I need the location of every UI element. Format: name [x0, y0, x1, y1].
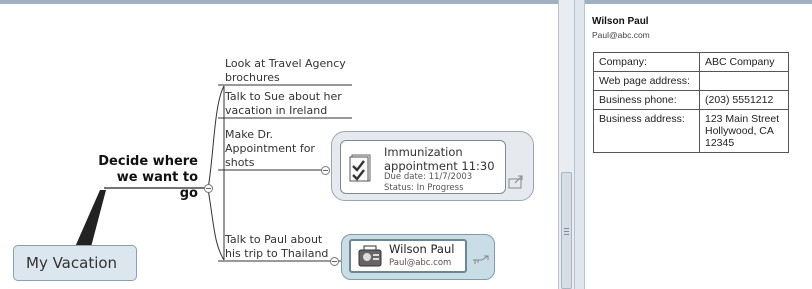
- pane-splitter[interactable]: [575, 0, 585, 289]
- subtopic-line: brochures: [225, 71, 280, 84]
- contact-name: Wilson Paul: [389, 242, 455, 256]
- business-phone-label: Business phone:: [593, 90, 700, 110]
- table-row: Business address: 123 Main Street Hollyw…: [593, 109, 789, 153]
- main-topic-line-1: Decide where: [98, 154, 198, 169]
- main-topic[interactable]: Decide where we want to go: [96, 154, 198, 202]
- task-link-icon[interactable]: [508, 174, 524, 190]
- task-check-icon: [349, 154, 371, 182]
- subtopic-dr-appointment[interactable]: Make Dr. Appointment for shots: [225, 128, 315, 170]
- business-phone-value: (203) 5551212: [699, 90, 789, 110]
- task-card[interactable]: Immunization appointment 11:30 Due date:…: [340, 140, 506, 194]
- web-page-value: [699, 71, 789, 91]
- vertical-scrollbar[interactable]: [558, 0, 575, 289]
- contact-details-pane: Wilson Paul Paul@abc.com Company: ABC Co…: [585, 0, 812, 289]
- scrollbar-thumb[interactable]: [561, 172, 572, 289]
- task-status: Status: In Progress: [384, 183, 464, 193]
- collapse-toggle-appointment[interactable]: [321, 166, 330, 175]
- subtopic-line: Talk to Sue about her: [225, 90, 342, 103]
- main-topic-line-2: we want to go: [116, 170, 198, 201]
- subtopic-travel-agency[interactable]: Look at Travel Agency brochures: [225, 57, 346, 85]
- subtopic-line: vacation in Ireland: [225, 104, 328, 117]
- subtopic-line: Appointment for: [225, 142, 315, 155]
- company-value: ABC Company: [699, 52, 789, 72]
- details-contact-name: Wilson Paul: [592, 16, 649, 27]
- contact-card-icon: [358, 245, 382, 267]
- company-label: Company:: [593, 52, 700, 72]
- table-row: Business phone: (203) 5551212: [593, 90, 789, 110]
- subtopic-talk-to-sue[interactable]: Talk to Sue about her vacation in Irelan…: [225, 90, 342, 118]
- subtopic-line: his trip to Thailand: [225, 247, 329, 260]
- subtopic-line: Look at Travel Agency: [225, 57, 346, 70]
- details-contact-email: Paul@abc.com: [592, 30, 650, 40]
- subtopic-line: Talk to Paul about: [225, 233, 323, 246]
- task-title-line-1: Immunization: [384, 145, 463, 159]
- central-topic[interactable]: My Vacation: [13, 245, 137, 281]
- subtopic-line: shots: [225, 156, 255, 169]
- web-page-label: Web page address:: [593, 71, 700, 91]
- contact-card[interactable]: Wilson Paul Paul@abc.com: [349, 239, 467, 273]
- task-due-date: Due date: 11/7/2003: [384, 172, 473, 182]
- task-title-line-2: appointment 11:30: [384, 159, 495, 173]
- business-address-label: Business address:: [593, 109, 700, 153]
- subtopic-talk-to-paul[interactable]: Talk to Paul about his trip to Thailand: [225, 233, 328, 261]
- table-row: Company: ABC Company: [593, 52, 789, 72]
- collapse-toggle-main[interactable]: [204, 184, 213, 193]
- mind-map-canvas[interactable]: My Vacation Decide where we want to go L…: [0, 0, 558, 289]
- collapse-toggle-paul[interactable]: [330, 257, 339, 266]
- contact-details-table: Company: ABC Company Web page address: B…: [593, 52, 789, 153]
- table-row: Web page address:: [593, 71, 789, 91]
- contact-email: Paul@abc.com: [389, 258, 452, 268]
- subtopic-line: Make Dr.: [225, 128, 273, 141]
- contact-link-icon[interactable]: [472, 254, 490, 268]
- business-address-value: 123 Main Street Hollywood, CA 12345: [699, 109, 789, 153]
